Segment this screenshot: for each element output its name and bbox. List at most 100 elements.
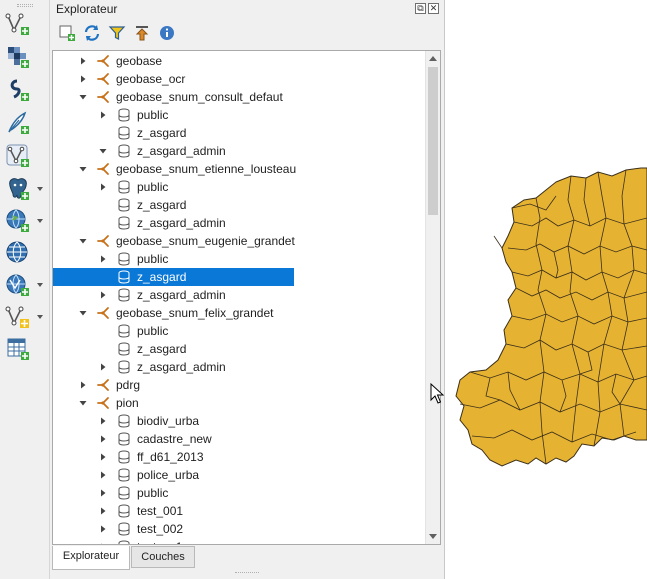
- tree-item-schema[interactable]: z_asgard: [53, 268, 427, 286]
- chevron-down-icon[interactable]: [79, 399, 87, 407]
- add-vector-tile-layer-icon[interactable]: [4, 271, 32, 299]
- postgres-connection-icon: [97, 90, 111, 104]
- chevron-down-icon[interactable]: [79, 93, 87, 101]
- tree-item-schema[interactable]: public: [53, 178, 427, 196]
- tree-item-schema[interactable]: ff_d61_2013: [53, 448, 427, 466]
- add-wfs-layer-icon[interactable]: [4, 239, 32, 267]
- postgis-dropdown-chevron-icon[interactable]: [36, 185, 44, 193]
- chevron-right-icon[interactable]: [99, 435, 107, 443]
- wms-dropdown-chevron-icon[interactable]: [36, 217, 44, 225]
- tree-item-label: geobase_ocr: [116, 72, 186, 86]
- tree-item-connection[interactable]: geobase_snum_eugenie_grandet: [53, 232, 427, 250]
- postgres-connection-icon: [97, 378, 111, 392]
- tree-item-label: cadastre_new: [137, 432, 212, 446]
- chevron-right-icon[interactable]: [99, 291, 107, 299]
- database-schema-icon: [117, 270, 131, 284]
- tree-item-label: public: [137, 108, 169, 122]
- chevron-right-icon[interactable]: [99, 417, 107, 425]
- scrollbar-thumb[interactable]: [428, 67, 438, 215]
- chevron-right-icon[interactable]: [79, 75, 87, 83]
- tab-couches[interactable]: Couches: [131, 546, 195, 568]
- chevron-down-icon[interactable]: [79, 237, 87, 245]
- tree-item-connection[interactable]: pion: [53, 394, 427, 412]
- float-panel-button[interactable]: ⧉: [415, 3, 426, 14]
- chevron-right-icon[interactable]: [99, 255, 107, 263]
- database-schema-icon: [117, 540, 131, 544]
- properties-info-icon[interactable]: [158, 24, 176, 42]
- tree-item-schema[interactable]: z_asgard_admin: [53, 142, 427, 160]
- chevron-right-icon[interactable]: [99, 111, 107, 119]
- chevron-right-icon[interactable]: [79, 57, 87, 65]
- chevron-right-icon[interactable]: [99, 543, 107, 544]
- tree-item-schema[interactable]: test_002: [53, 520, 427, 538]
- chevron-right-icon[interactable]: [99, 471, 107, 479]
- new-table-icon[interactable]: [4, 335, 32, 363]
- scroll-up-arrow-icon[interactable]: [426, 51, 440, 65]
- database-schema-icon: [117, 522, 131, 536]
- vector-tile-dropdown-chevron-icon[interactable]: [36, 281, 44, 289]
- chevron-right-icon[interactable]: [99, 489, 107, 497]
- tree-item-label: geobase_snum_felix_grandet: [116, 306, 274, 320]
- tree-item-schema[interactable]: public: [53, 322, 427, 340]
- chevron-right-icon[interactable]: [79, 381, 87, 389]
- tree-item-schema[interactable]: z_asgard_admin: [53, 286, 427, 304]
- add-point-cloud-layer-icon[interactable]: [4, 303, 32, 331]
- add-raster-layer-icon[interactable]: [4, 43, 32, 71]
- tree-item-label: test_001: [137, 504, 184, 518]
- tree-item-schema[interactable]: public: [53, 106, 427, 124]
- tree-item-connection[interactable]: geobase_snum_etienne_lousteau: [53, 160, 427, 178]
- vertical-scrollbar[interactable]: [425, 51, 440, 544]
- tree-item-schema[interactable]: z_asgard_admin: [53, 358, 427, 376]
- tree-item-label: geobase_snum_consult_defaut: [116, 90, 283, 104]
- chevron-right-icon[interactable]: [99, 453, 107, 461]
- scroll-down-arrow-icon[interactable]: [426, 530, 440, 544]
- tab-explorateur[interactable]: Explorateur: [52, 546, 130, 570]
- tree-item-schema[interactable]: z_asgard: [53, 124, 427, 142]
- add-selected-layers-icon[interactable]: [58, 24, 76, 42]
- database-schema-icon: [117, 342, 131, 356]
- add-vector-layer-icon[interactable]: [4, 10, 32, 38]
- chevron-down-icon[interactable]: [79, 309, 87, 317]
- postgres-connection-icon: [97, 162, 111, 176]
- browser-tree[interactable]: geobase geobase_ocr geobase_snum_consult_d…: [52, 50, 441, 545]
- tree-item-schema[interactable]: test_001: [53, 502, 427, 520]
- tree-item-connection[interactable]: geobase: [53, 52, 427, 70]
- tree-item-schema[interactable]: police_urba: [53, 466, 427, 484]
- tree-item-schema[interactable]: z_asgard_admin: [53, 214, 427, 232]
- chevron-right-icon[interactable]: [99, 363, 107, 371]
- refresh-icon[interactable]: [83, 24, 101, 42]
- database-schema-icon: [117, 126, 131, 140]
- tree-item-schema[interactable]: biodiv_urba: [53, 412, 427, 430]
- add-mesh-layer-icon[interactable]: [4, 76, 32, 104]
- filter-icon[interactable]: [108, 24, 126, 42]
- tree-item-label: pion: [116, 396, 139, 410]
- add-postgis-layer-icon[interactable]: [4, 175, 32, 203]
- tree-item-schema[interactable]: cadastre_new: [53, 430, 427, 448]
- collapse-all-icon[interactable]: [133, 24, 151, 42]
- chevron-down-icon[interactable]: [99, 147, 107, 155]
- add-delimited-text-layer-icon[interactable]: [4, 109, 32, 137]
- tree-item-connection[interactable]: pdrg: [53, 376, 427, 394]
- chevron-down-icon[interactable]: [79, 165, 87, 173]
- tree-item-label: geobase_snum_etienne_lousteau: [116, 162, 297, 176]
- tree-item-schema[interactable]: public: [53, 250, 427, 268]
- add-virtual-layer-icon[interactable]: [4, 142, 32, 170]
- tree-item-schema[interactable]: test_ac1: [53, 538, 427, 544]
- tree-item-connection[interactable]: geobase_ocr: [53, 70, 427, 88]
- tree-item-label: police_urba: [137, 468, 200, 482]
- add-wms-layer-icon[interactable]: [4, 207, 32, 235]
- panel-resize-grip[interactable]: [235, 572, 259, 575]
- chevron-right-icon[interactable]: [99, 507, 107, 515]
- tree-item-label: public: [137, 252, 169, 266]
- close-panel-button[interactable]: ✕: [428, 3, 439, 14]
- tree-item-connection[interactable]: geobase_snum_felix_grandet: [53, 304, 427, 322]
- chevron-right-icon[interactable]: [99, 525, 107, 533]
- tree-item-connection[interactable]: geobase_snum_consult_defaut: [53, 88, 427, 106]
- toolbar-grip[interactable]: [17, 4, 33, 7]
- chevron-right-icon[interactable]: [99, 183, 107, 191]
- tree-item-schema[interactable]: z_asgard: [53, 340, 427, 358]
- tree-item-schema[interactable]: z_asgard: [53, 196, 427, 214]
- map-canvas[interactable]: [446, 0, 647, 579]
- tree-item-schema[interactable]: public: [53, 484, 427, 502]
- point-cloud-dropdown-chevron-icon[interactable]: [36, 313, 44, 321]
